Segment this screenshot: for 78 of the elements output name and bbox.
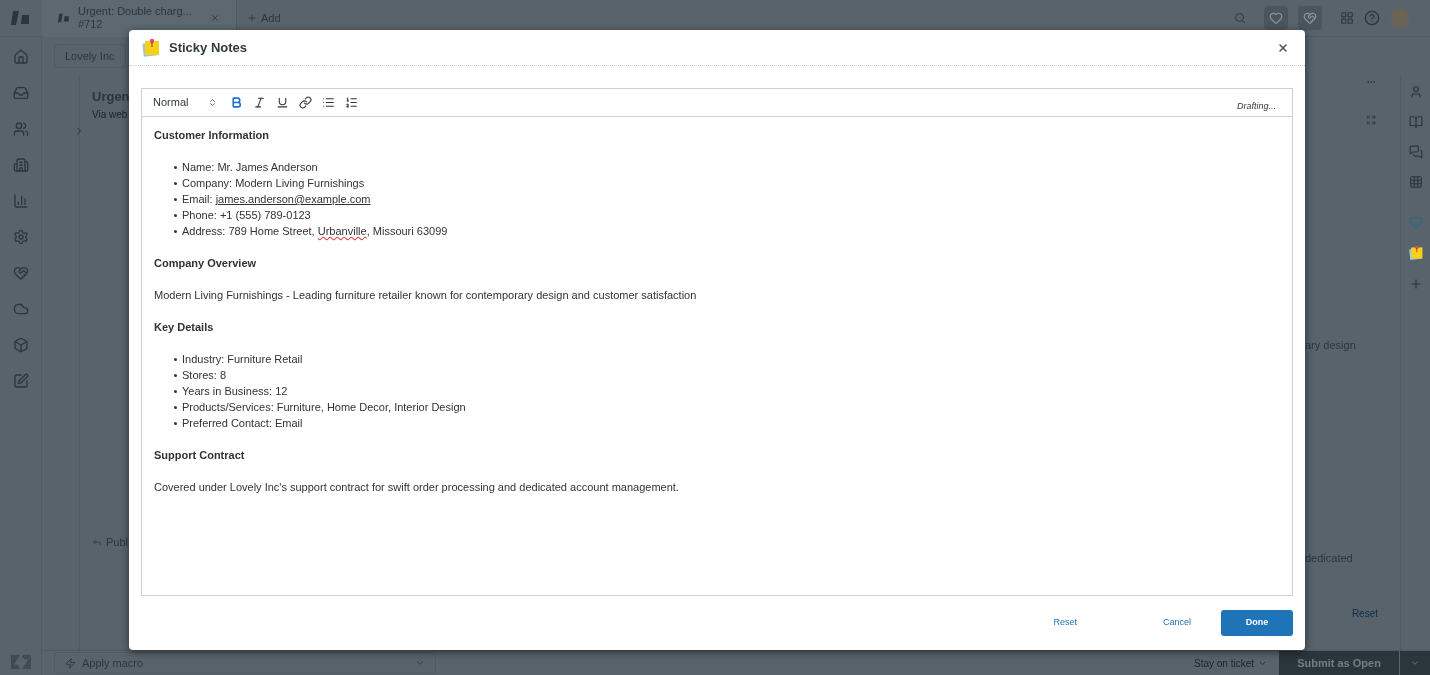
submit-button[interactable]: Submit as Open: [1279, 650, 1399, 675]
numbers-icon[interactable]: [345, 96, 359, 109]
list-item: Address: 789 Home Street, Urbanville, Missouri 63099: [182, 224, 448, 239]
bullet-icon: [174, 165, 177, 169]
submit-options-button[interactable]: [1400, 650, 1430, 675]
box-icon[interactable]: [12, 337, 29, 353]
chart-icon[interactable]: [12, 193, 29, 209]
bullet-icon: [174, 421, 177, 425]
reset-button[interactable]: Reset: [1045, 610, 1085, 636]
reset-link[interactable]: Reset: [1351, 606, 1378, 621]
list-item: Phone: +1 (555) 789-0123: [182, 208, 311, 223]
list-item: Years in Business: 12: [182, 384, 288, 399]
cancel-button[interactable]: Cancel: [1155, 610, 1199, 636]
bullets-icon[interactable]: [322, 96, 336, 109]
list-item: Company: Modern Living Furnishings: [182, 176, 365, 191]
reply-icon[interactable]: [92, 536, 102, 547]
format-select[interactable]: Normal: [153, 94, 218, 111]
heart-hand-icon: [1303, 11, 1317, 25]
bullet-icon: [174, 357, 177, 361]
list-item: Preferred Contact: Email: [182, 416, 303, 431]
note-heading: Customer Information: [154, 128, 269, 143]
bullet-icon: [174, 213, 177, 217]
underline-icon[interactable]: [276, 96, 290, 109]
user-icon[interactable]: [1408, 85, 1423, 99]
link-icon[interactable]: [299, 96, 313, 109]
settings-icon[interactable]: [12, 229, 29, 245]
logo-icon[interactable]: [11, 10, 31, 26]
heart-hand-icon[interactable]: [12, 265, 29, 281]
help-icon[interactable]: [1364, 10, 1380, 26]
app-icon-button[interactable]: [1264, 6, 1288, 30]
list-item: Products/Services: Furniture, Home Decor, Interior Design: [182, 400, 466, 415]
dialog-title: Sticky Notes: [169, 38, 249, 57]
cloud-icon[interactable]: [12, 301, 29, 317]
chevron-icon: [415, 658, 425, 668]
stay-on-ticket-dropdown[interactable]: Stay on ticket: [1193, 655, 1267, 671]
apps-grid-icon[interactable]: [1340, 11, 1354, 25]
edit-icon[interactable]: [12, 373, 29, 389]
bullet-icon: [174, 181, 177, 185]
done-button[interactable]: Done: [1221, 610, 1293, 636]
ticket-channel: Via web: [92, 107, 129, 122]
bold-icon[interactable]: [230, 96, 244, 109]
updown-icon: [208, 98, 218, 107]
bullet-icon: [174, 405, 177, 409]
apps-grid-icon[interactable]: [1408, 175, 1423, 189]
bullet-icon: [174, 389, 177, 393]
sticky-note-icon: [1407, 245, 1424, 261]
list-item: Stores: 8: [182, 368, 227, 383]
plus-icon: [247, 13, 257, 23]
draft-status: Drafting...: [1237, 99, 1276, 113]
bullet-icon: [174, 229, 177, 233]
note-heading: Support Contract: [154, 448, 245, 463]
note-heading: Company Overview: [154, 256, 257, 271]
search-icon[interactable]: [1234, 12, 1246, 24]
heart-icon: [1269, 11, 1283, 25]
list-item: Industry: Furniture Retail: [182, 352, 303, 367]
bullet-icon: [174, 197, 177, 201]
note-paragraph: Modern Living Furnishings - Leading furniture retailer known for contemporary design and customer satisfaction: [154, 288, 697, 303]
building-icon[interactable]: [12, 157, 29, 173]
home-icon[interactable]: [12, 49, 29, 65]
note-paragraph: Covered under Lovely Inc's support contract for swift order processing and dedicated account management.: [154, 480, 679, 495]
italic-icon[interactable]: [253, 96, 267, 109]
expand-panel-icon[interactable]: [1366, 115, 1376, 125]
chat-icon[interactable]: [1408, 145, 1423, 159]
chevron-icon: [1410, 658, 1420, 668]
app-icon-button[interactable]: [1298, 6, 1322, 30]
contacts-icon[interactable]: [12, 121, 29, 137]
list-item: Name: Mr. James Anderson: [182, 160, 318, 175]
note-heading: Key Details: [154, 320, 214, 335]
plus-icon[interactable]: [1408, 277, 1423, 291]
inbox-icon[interactable]: [12, 85, 29, 101]
bullet-icon: [174, 373, 177, 377]
close-icon[interactable]: [1277, 41, 1289, 54]
sticky-note-icon: [141, 37, 161, 58]
brand-logo-icon[interactable]: [10, 655, 31, 669]
book-icon[interactable]: [1408, 115, 1423, 129]
lightning-icon: [65, 657, 76, 669]
list-item: Email: james.anderson@example.com: [182, 192, 371, 207]
ticket-icon: [58, 12, 70, 24]
